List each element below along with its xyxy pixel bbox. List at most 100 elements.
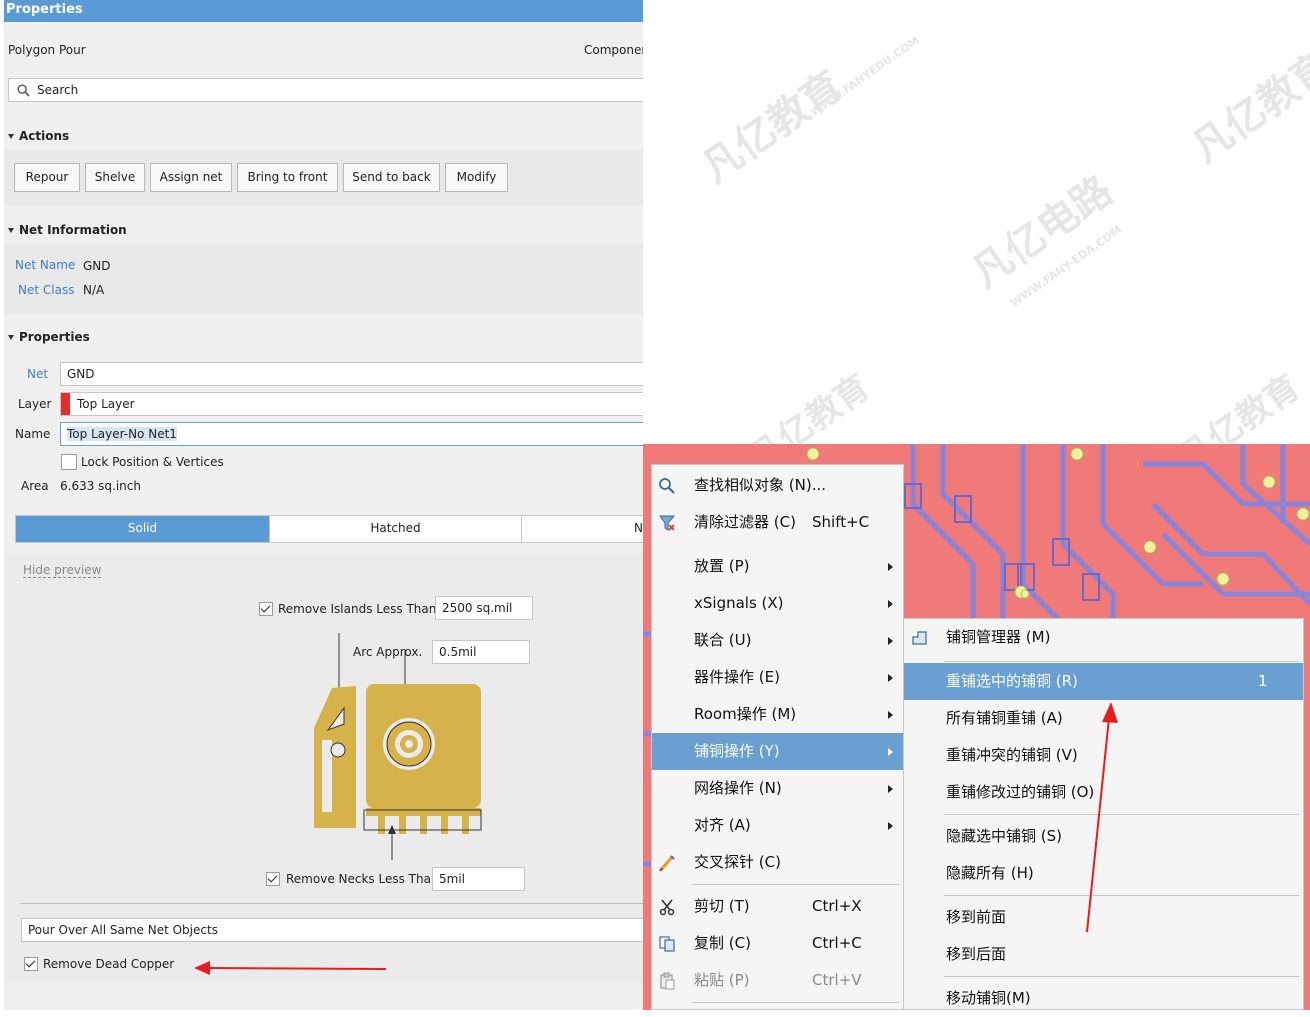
repour-button[interactable]: Repour xyxy=(14,163,80,192)
submenu-arrow-icon xyxy=(888,785,893,793)
funnel-clear-icon xyxy=(659,515,676,531)
menu-item-union[interactable]: 联合 (U) xyxy=(652,622,903,659)
hide-preview-link[interactable]: Hide preview xyxy=(23,563,102,578)
remove-dead-copper-checkbox[interactable] xyxy=(24,957,38,971)
menu-item-label: xSignals (X) xyxy=(694,594,784,612)
submenu-item-polygon-manager[interactable]: 铺铜管理器 (M) xyxy=(904,619,1303,656)
modify-button[interactable]: Modify xyxy=(445,163,508,192)
menu-item-label: 复制 (C) xyxy=(694,934,751,952)
remove-necks-checkbox[interactable] xyxy=(266,872,280,886)
actions-section-header[interactable]: Actions xyxy=(8,129,69,143)
name-input[interactable]: Top Layer-No Net1 xyxy=(60,422,643,446)
net-class-value: N/A xyxy=(83,283,105,297)
fill-mode-none[interactable]: N xyxy=(521,516,643,542)
menu-item-paste[interactable]: 粘贴 (P) Ctrl+V xyxy=(652,962,903,999)
components-tab[interactable]: Componer xyxy=(584,43,643,57)
submenu-arrow-icon xyxy=(888,674,893,682)
paste-icon xyxy=(660,972,675,990)
layer-select[interactable]: Top Layer xyxy=(60,392,643,416)
remove-necks-input[interactable]: 5mil xyxy=(432,867,525,891)
net-select[interactable]: GND xyxy=(60,362,643,386)
polygon-manager-icon xyxy=(912,631,927,645)
menu-item-polygon-actions[interactable]: 铺铜操作 (Y) xyxy=(652,733,903,770)
menu-item-shortcut: Ctrl+X xyxy=(812,897,862,915)
shelve-button[interactable]: Shelve xyxy=(85,163,145,192)
assign-net-button[interactable]: Assign net xyxy=(150,163,232,192)
submenu-item-repour-selected[interactable]: 重铺选中的铺铜 (R) 1 xyxy=(904,663,1303,700)
menu-item-room-actions[interactable]: Room操作 (M) xyxy=(652,696,903,733)
properties-heading: Properties xyxy=(19,330,90,344)
remove-islands-label: Remove Islands Less Than xyxy=(278,602,437,616)
panel-title: Properties xyxy=(4,0,643,22)
submenu-item-label: 重铺选中的铺铜 (R) xyxy=(946,672,1078,690)
net-info-band xyxy=(4,244,643,314)
magnifier-icon xyxy=(17,84,30,97)
menu-item-cross-probe[interactable]: 交叉探针 (C) xyxy=(652,844,903,881)
menu-item-net-actions[interactable]: 网络操作 (N) xyxy=(652,770,903,807)
net-name-label: Net Name xyxy=(15,258,76,272)
fill-mode-solid[interactable]: Solid xyxy=(16,516,269,542)
menu-separator xyxy=(692,1002,899,1003)
lock-position-label: Lock Position & Vertices xyxy=(81,455,224,469)
lock-position-checkbox[interactable] xyxy=(61,454,77,470)
submenu-item-shortcut: 1 xyxy=(1258,672,1268,690)
submenu-arrow-icon xyxy=(888,637,893,645)
remove-islands-checkbox[interactable] xyxy=(259,602,273,616)
remove-dead-copper-label: Remove Dead Copper xyxy=(43,957,175,971)
menu-item-copy[interactable]: 复制 (C) Ctrl+C xyxy=(652,925,903,962)
menu-separator xyxy=(692,884,899,885)
submenu-arrow-icon xyxy=(888,600,893,608)
submenu-item-label: 重铺冲突的铺铜 (V) xyxy=(946,746,1078,764)
menu-item-align[interactable]: 对齐 (A) xyxy=(652,807,903,844)
search-input[interactable]: Search xyxy=(8,78,643,102)
menu-item-label: 网络操作 (N) xyxy=(694,779,782,797)
menu-item-label: 对齐 (A) xyxy=(694,816,751,834)
menu-item-label: 交叉探针 (C) xyxy=(694,853,781,871)
actions-heading: Actions xyxy=(19,129,70,143)
context-menu: 查找相似对象 (N)... 清除过滤器 (C) Shift+C 放置 (P) x… xyxy=(651,464,904,1010)
bring-to-front-button[interactable]: Bring to front xyxy=(237,163,338,192)
menu-item-xsignals[interactable]: xSignals (X) xyxy=(652,585,903,622)
annotation-arrow-right xyxy=(1086,702,1118,933)
net-name-value: GND xyxy=(83,259,111,273)
submenu-item-label: 重铺修改过的铺铜 (O) xyxy=(946,783,1095,801)
properties-section-header[interactable]: Properties xyxy=(8,330,90,344)
collapse-triangle-icon xyxy=(8,335,14,340)
submenu-item-move-polygon[interactable]: 移动铺铜(M) xyxy=(904,980,1303,1017)
menu-item-label: 器件操作 (E) xyxy=(694,668,780,686)
layer-field-label: Layer xyxy=(18,397,52,411)
submenu-arrow-icon xyxy=(888,822,893,830)
polygon-preview-illustration xyxy=(314,633,482,860)
menu-item-shortcut: Shift+C xyxy=(812,513,870,531)
menu-item-label: 查找相似对象 (N)... xyxy=(694,476,826,494)
menu-item-label: 粘贴 (P) xyxy=(694,971,750,989)
menu-item-label: 剪切 (T) xyxy=(694,897,750,915)
menu-item-label: 放置 (P) xyxy=(694,557,750,575)
net-class-label: Net Class xyxy=(18,283,75,297)
name-field-label: Name xyxy=(15,427,51,441)
net-info-section-header[interactable]: Net Information xyxy=(8,223,127,237)
layer-color-swatch xyxy=(61,393,70,415)
menu-item-clear-filter[interactable]: 清除过滤器 (C) Shift+C xyxy=(652,504,903,541)
send-to-back-button[interactable]: Send to back xyxy=(343,163,440,192)
fill-mode-hatched[interactable]: Hatched xyxy=(269,516,521,542)
pour-mode-select[interactable]: Pour Over All Same Net Objects xyxy=(21,918,643,942)
watermark-text: 凡亿教育 xyxy=(693,62,852,193)
submenu-item-send-to-back[interactable]: 移到后面 xyxy=(904,936,1303,973)
submenu-arrow-icon xyxy=(888,711,893,719)
submenu-item-label: 移到后面 xyxy=(946,945,1007,963)
annotation-arrow-left xyxy=(194,961,387,975)
submenu-item-label: 所有铺铜重铺 (A) xyxy=(946,709,1063,727)
collapse-triangle-icon xyxy=(8,134,14,139)
submenu-item-label: 移动铺铜(M) xyxy=(946,989,1031,1007)
menu-item-label: 联合 (U) xyxy=(694,631,752,649)
menu-item-cut[interactable]: 剪切 (T) Ctrl+X xyxy=(652,888,903,925)
menu-item-place[interactable]: 放置 (P) xyxy=(652,548,903,585)
submenu-item-label: 隐藏选中铺铜 (S) xyxy=(946,827,1062,845)
menu-item-component-actions[interactable]: 器件操作 (E) xyxy=(652,659,903,696)
remove-islands-input[interactable]: 2500 sq.mil xyxy=(435,596,533,620)
menu-item-shortcut: Ctrl+V xyxy=(812,971,862,989)
menu-separator xyxy=(944,661,1299,662)
menu-item-find-similar[interactable]: 查找相似对象 (N)... xyxy=(652,467,903,504)
pen-probe-icon xyxy=(659,855,675,872)
